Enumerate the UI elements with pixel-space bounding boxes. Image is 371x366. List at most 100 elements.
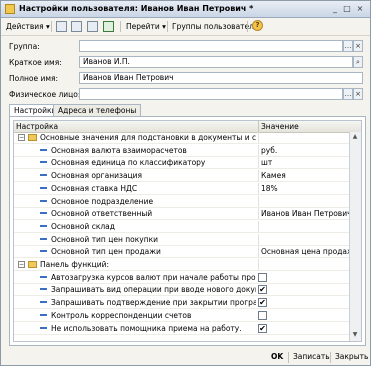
setting-value[interactable] bbox=[258, 195, 349, 207]
physical-person-label: Физическое лицо: bbox=[9, 90, 81, 99]
setting-item-icon bbox=[40, 212, 47, 215]
table-row[interactable]: Запрашивать подтверждение при закрытии п… bbox=[14, 297, 349, 310]
title-bar[interactable]: Настройки пользователя: Иванов Иван Петр… bbox=[1, 1, 370, 18]
tab-addresses-phones[interactable]: Адреса и телефоны bbox=[53, 104, 142, 116]
divider bbox=[288, 352, 289, 363]
settings-window: Настройки пользователя: Иванов Иван Петр… bbox=[0, 0, 371, 366]
setting-value[interactable]: Основная цена продажи bbox=[258, 246, 349, 258]
table-row[interactable]: Основное подразделение bbox=[14, 195, 349, 208]
setting-item-icon bbox=[40, 186, 47, 189]
divider bbox=[51, 21, 52, 32]
vertical-scrollbar[interactable]: ▲ ▼ bbox=[349, 132, 361, 341]
close-icon[interactable]: × bbox=[355, 4, 365, 14]
table-row[interactable]: Основная ставка НДС 18% bbox=[14, 182, 349, 195]
close-button[interactable]: Закрыть bbox=[335, 352, 368, 361]
setting-name: Основная единица по классификатору bbox=[51, 158, 206, 168]
setting-name: Запрашивать вид операции при вводе новог… bbox=[51, 285, 256, 295]
setting-checkbox[interactable]: ✔ bbox=[258, 285, 267, 295]
full-name-field[interactable]: Иванов Иван Петрович bbox=[79, 72, 363, 84]
column-header-setting[interactable]: Настройка bbox=[14, 121, 260, 132]
setting-value[interactable]: шт bbox=[258, 157, 349, 169]
actions-menu-button[interactable]: Действия ▾ bbox=[6, 20, 50, 33]
select-ellipsis-icon[interactable]: … bbox=[343, 88, 353, 100]
table-row[interactable]: Основной ответственный Иванов Иван Петров… bbox=[14, 208, 349, 221]
go-label: Перейти bbox=[126, 22, 160, 31]
new-doc-icon[interactable] bbox=[56, 21, 67, 32]
maximize-icon[interactable]: □ bbox=[342, 4, 352, 14]
setting-name: Основная организация bbox=[51, 171, 143, 181]
setting-name: Основной тип цен продажи bbox=[51, 247, 161, 257]
table-row[interactable]: Запрашивать вид операции при вводе новог… bbox=[14, 284, 349, 297]
setting-name: Основной склад bbox=[51, 221, 115, 231]
setting-item-icon bbox=[40, 174, 47, 177]
short-name-label: Краткое имя: bbox=[9, 58, 62, 67]
setting-item-icon bbox=[40, 224, 47, 227]
setting-checkbox[interactable]: ✔ bbox=[258, 298, 267, 308]
structure-icon[interactable] bbox=[103, 21, 114, 32]
actions-label: Действия bbox=[6, 22, 44, 31]
window-icon bbox=[5, 4, 15, 14]
table-row[interactable]: − Панель функций: bbox=[14, 259, 349, 271]
setting-name: Не использовать помощника приема на рабо… bbox=[51, 323, 242, 333]
divider bbox=[247, 21, 248, 32]
minimize-icon[interactable]: _ bbox=[330, 4, 340, 14]
scroll-down-icon[interactable]: ▼ bbox=[351, 331, 359, 339]
scroll-up-icon[interactable]: ▲ bbox=[351, 133, 359, 141]
physical-person-field[interactable] bbox=[79, 88, 343, 100]
table-row[interactable]: Не использовать помощника приема на рабо… bbox=[14, 323, 349, 335]
setting-checkbox[interactable]: ✔ bbox=[258, 323, 267, 333]
setting-checkbox[interactable] bbox=[258, 310, 267, 320]
divider bbox=[330, 352, 331, 363]
collapse-toggle-icon[interactable]: − bbox=[18, 261, 25, 268]
table-row[interactable]: Основной склад bbox=[14, 220, 349, 233]
setting-value[interactable] bbox=[258, 220, 349, 232]
help-icon[interactable]: ? bbox=[252, 20, 263, 31]
setting-item-icon bbox=[40, 199, 47, 202]
ok-button[interactable]: OK bbox=[271, 352, 283, 361]
clear-x-icon[interactable]: × bbox=[353, 88, 363, 100]
setting-value[interactable]: Камея bbox=[258, 170, 349, 182]
setting-item-icon bbox=[40, 148, 47, 151]
save-button[interactable]: Записать bbox=[293, 352, 330, 361]
select-ellipsis-icon[interactable]: … bbox=[343, 40, 353, 52]
setting-name: Контроль корреспонденции счетов bbox=[51, 310, 192, 320]
setting-value[interactable]: руб. bbox=[258, 144, 349, 156]
short-name-field[interactable]: Иванов И.П. bbox=[79, 56, 353, 68]
user-groups-button[interactable]: Группы пользователя bbox=[172, 20, 258, 33]
table-row[interactable]: Основной тип цен покупки bbox=[14, 233, 349, 246]
setting-item-icon bbox=[40, 288, 47, 291]
table-row[interactable]: Автозагрузка курсов валют при начале раб… bbox=[14, 272, 349, 284]
table-row[interactable]: Основная валюта взаиморасчетов руб. bbox=[14, 144, 349, 157]
setting-item-icon bbox=[40, 250, 47, 253]
chevron-down-icon: ▾ bbox=[46, 22, 50, 31]
setting-checkbox[interactable] bbox=[258, 272, 267, 282]
copy-doc-icon[interactable] bbox=[71, 21, 82, 32]
setting-value[interactable] bbox=[258, 233, 349, 245]
table-row[interactable]: Основная единица по классификатору шт bbox=[14, 157, 349, 170]
setting-value[interactable]: 18% bbox=[258, 182, 349, 194]
setting-name: Основной ответственный bbox=[51, 209, 153, 219]
user-groups-label: Группы пользователя bbox=[172, 22, 259, 31]
setting-group-name: Панель функций: bbox=[40, 260, 110, 269]
setting-value[interactable]: Иванов Иван Петрович bbox=[258, 208, 349, 220]
collapse-toggle-icon[interactable]: − bbox=[18, 134, 25, 141]
setting-name: Автозагрузка курсов валют при начале раб… bbox=[51, 272, 256, 282]
group-field[interactable] bbox=[79, 40, 343, 52]
table-row[interactable]: Основная организация Камея bbox=[14, 170, 349, 183]
clear-x-icon[interactable]: × bbox=[353, 40, 363, 52]
table-row[interactable]: Контроль корреспонденции счетов bbox=[14, 310, 349, 322]
table-row[interactable]: − Основные значения для подстановки в док… bbox=[14, 132, 349, 144]
group-label: Группа: bbox=[9, 42, 40, 51]
refresh-icon[interactable] bbox=[87, 21, 98, 32]
go-menu-button[interactable]: Перейти ▾ bbox=[126, 20, 166, 33]
setting-value[interactable] bbox=[258, 132, 349, 143]
setting-group-name: Основные значения для подстановки в доку… bbox=[40, 133, 256, 142]
setting-item-icon bbox=[40, 237, 47, 240]
search-icon[interactable]: ⌕ bbox=[353, 56, 363, 68]
divider bbox=[167, 21, 168, 32]
table-row[interactable]: Основной тип цен продажи Основная цена пр… bbox=[14, 246, 349, 259]
setting-name: Основное подразделение bbox=[51, 196, 154, 206]
setting-value[interactable] bbox=[258, 259, 349, 270]
setting-item-icon bbox=[40, 301, 47, 304]
column-header-value[interactable]: Значение bbox=[258, 121, 361, 132]
